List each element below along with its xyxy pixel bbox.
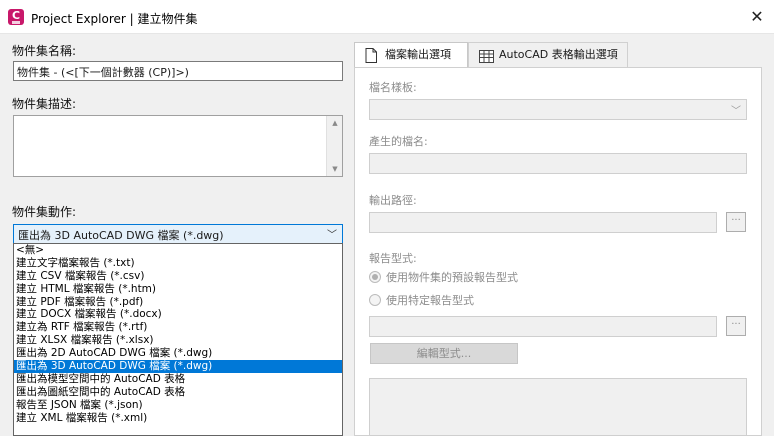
- radio-default-report-type-label: 使用物件集的預設報告型式: [386, 271, 518, 284]
- name-input[interactable]: 物件集 - (<[下一個計數器 (CP)]>): [13, 61, 343, 81]
- tab-autocad-table-output[interactable]: AutoCAD 表格輸出選項: [468, 42, 628, 68]
- dropdown-option[interactable]: 建立 XLSX 檔案報告 (*.xlsx): [14, 334, 342, 347]
- action-select[interactable]: 匯出為 3D AutoCAD DWG 檔案 (*.dwg) ﹀: [13, 224, 343, 244]
- edit-style-button[interactable]: 編輯型式...: [370, 343, 518, 364]
- dropdown-option[interactable]: 建立 CSV 檔案報告 (*.csv): [14, 270, 342, 283]
- output-path-field[interactable]: [369, 212, 717, 233]
- browse-path-button[interactable]: ···: [726, 212, 746, 232]
- action-select-value: 匯出為 3D AutoCAD DWG 檔案 (*.dwg): [18, 229, 224, 242]
- dropdown-option[interactable]: 建立為 RTF 檔案報告 (*.rtf): [14, 321, 342, 334]
- dropdown-option[interactable]: <無>: [14, 244, 342, 257]
- generated-name-label: 產生的檔名:: [369, 135, 428, 148]
- scroll-down-icon[interactable]: ▼: [327, 162, 343, 176]
- app-logo-icon: C: [8, 9, 24, 25]
- radio-default-report-type[interactable]: [369, 271, 381, 283]
- description-scrollbar[interactable]: ▲ ▼: [326, 116, 342, 176]
- dropdown-option[interactable]: 匯出為 3D AutoCAD DWG 檔案 (*.dwg): [14, 360, 342, 373]
- dropdown-option[interactable]: 匯出為 2D AutoCAD DWG 檔案 (*.dwg): [14, 347, 342, 360]
- preview-area: [369, 378, 747, 436]
- tab-file-output[interactable]: 檔案輸出選項: [354, 42, 468, 69]
- action-label: 物件集動作:: [12, 205, 77, 219]
- browse-report-type-button[interactable]: ···: [726, 316, 746, 336]
- output-path-label: 輸出路徑:: [369, 194, 417, 207]
- dropdown-option[interactable]: 建立文字檔案報告 (*.txt): [14, 257, 342, 270]
- name-label: 物件集名稱:: [12, 44, 77, 58]
- dropdown-option[interactable]: 建立 HTML 檔案報告 (*.htm): [14, 283, 342, 296]
- tab-file-output-label: 檔案輸出選項: [385, 48, 451, 61]
- app-logo-bar: [12, 21, 20, 24]
- template-label: 檔名樣板:: [369, 81, 417, 94]
- dropdown-option[interactable]: 建立 DOCX 檔案報告 (*.docx): [14, 308, 342, 321]
- dropdown-option[interactable]: 匯出為模型空間中的 AutoCAD 表格: [14, 373, 342, 386]
- dropdown-option[interactable]: 匯出為圖紙空間中的 AutoCAD 表格: [14, 386, 342, 399]
- template-select[interactable]: ﹀: [369, 99, 747, 120]
- chevron-down-icon: ﹀: [327, 230, 337, 241]
- description-label: 物件集描述:: [12, 97, 77, 111]
- tab-autocad-table-output-label: AutoCAD 表格輸出選項: [499, 48, 618, 61]
- window-title: Project Explorer | 建立物件集: [31, 12, 198, 26]
- chevron-down-icon: ﹀: [731, 106, 741, 117]
- dropdown-option[interactable]: 建立 PDF 檔案報告 (*.pdf): [14, 296, 342, 309]
- title-bar: C Project Explorer | 建立物件集 ✕: [0, 0, 774, 34]
- generated-name-field[interactable]: [369, 153, 747, 174]
- dropdown-option[interactable]: 報告至 JSON 檔案 (*.json): [14, 399, 342, 412]
- specific-report-type-field[interactable]: [369, 316, 717, 337]
- description-textarea[interactable]: ▲ ▼: [13, 115, 343, 177]
- action-dropdown-list[interactable]: <無> 建立文字檔案報告 (*.txt) 建立 CSV 檔案報告 (*.csv) 建立…: [13, 243, 343, 436]
- report-type-label: 報告型式:: [369, 252, 417, 265]
- close-button[interactable]: ✕: [748, 8, 766, 26]
- dropdown-option[interactable]: 建立 XML 檔案報告 (*.xml): [14, 412, 342, 425]
- radio-specific-report-type-label: 使用特定報告型式: [386, 294, 474, 307]
- scroll-up-icon[interactable]: ▲: [327, 116, 343, 130]
- radio-specific-report-type[interactable]: [369, 294, 381, 306]
